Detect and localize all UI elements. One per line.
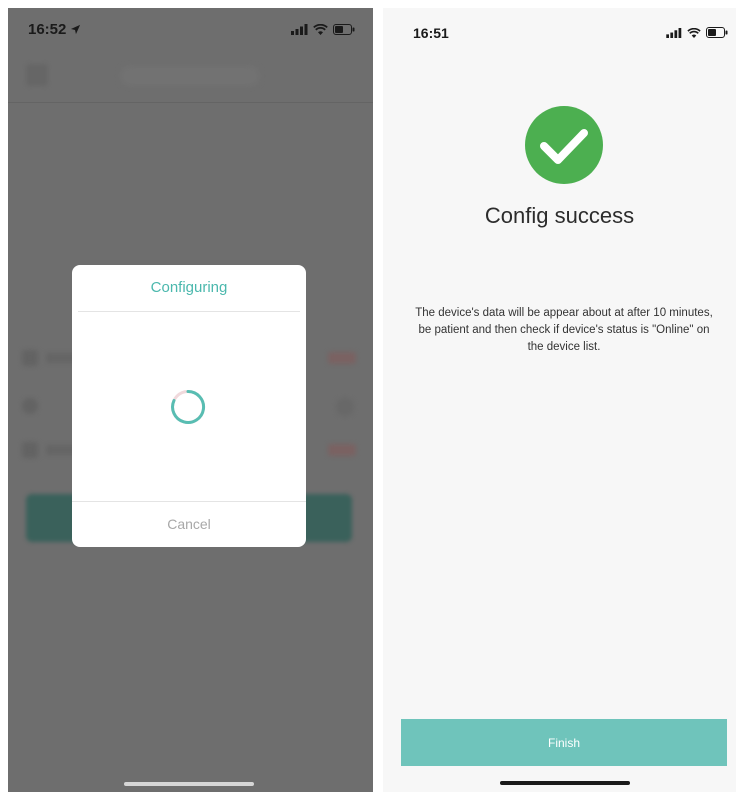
cellular-signal-icon: [666, 27, 682, 38]
dialog-divider: [78, 311, 300, 312]
loading-spinner-icon: [171, 389, 206, 424]
configuring-dialog: Configuring Cancel: [72, 265, 306, 547]
background-title-blur: [120, 66, 260, 86]
status-time: 16:52: [28, 21, 81, 38]
status-time: 16:51: [413, 25, 449, 41]
status-bar: 16:52: [8, 8, 373, 52]
config-success-screen: 16:51 Config success The device's data w…: [383, 8, 736, 792]
status-icons: [666, 27, 728, 38]
background-back-icon: [26, 64, 48, 86]
home-indicator[interactable]: [500, 781, 630, 785]
home-indicator[interactable]: [124, 782, 254, 786]
wifi-icon: [313, 24, 328, 35]
configuring-screen: 16:52 Configuring Cancel: [8, 8, 373, 792]
cellular-signal-icon: [291, 24, 308, 35]
battery-icon: [333, 24, 355, 35]
success-title: Config success: [484, 203, 635, 228]
screenshot-canvas: 16:52 Configuring Cancel 16:51 Config su…: [0, 0, 736, 792]
dialog-title: Configuring: [150, 279, 228, 296]
battery-icon: [706, 27, 728, 38]
wifi-icon: [687, 27, 701, 38]
location-arrow-icon: [71, 24, 81, 35]
check-circle-icon: [525, 106, 603, 184]
cancel-button[interactable]: Cancel: [72, 502, 306, 547]
success-message: The device's data will be appear about a…: [415, 307, 713, 353]
status-icons: [291, 24, 355, 35]
background-nav-bar: [8, 52, 373, 103]
finish-button[interactable]: Finish: [401, 719, 727, 766]
